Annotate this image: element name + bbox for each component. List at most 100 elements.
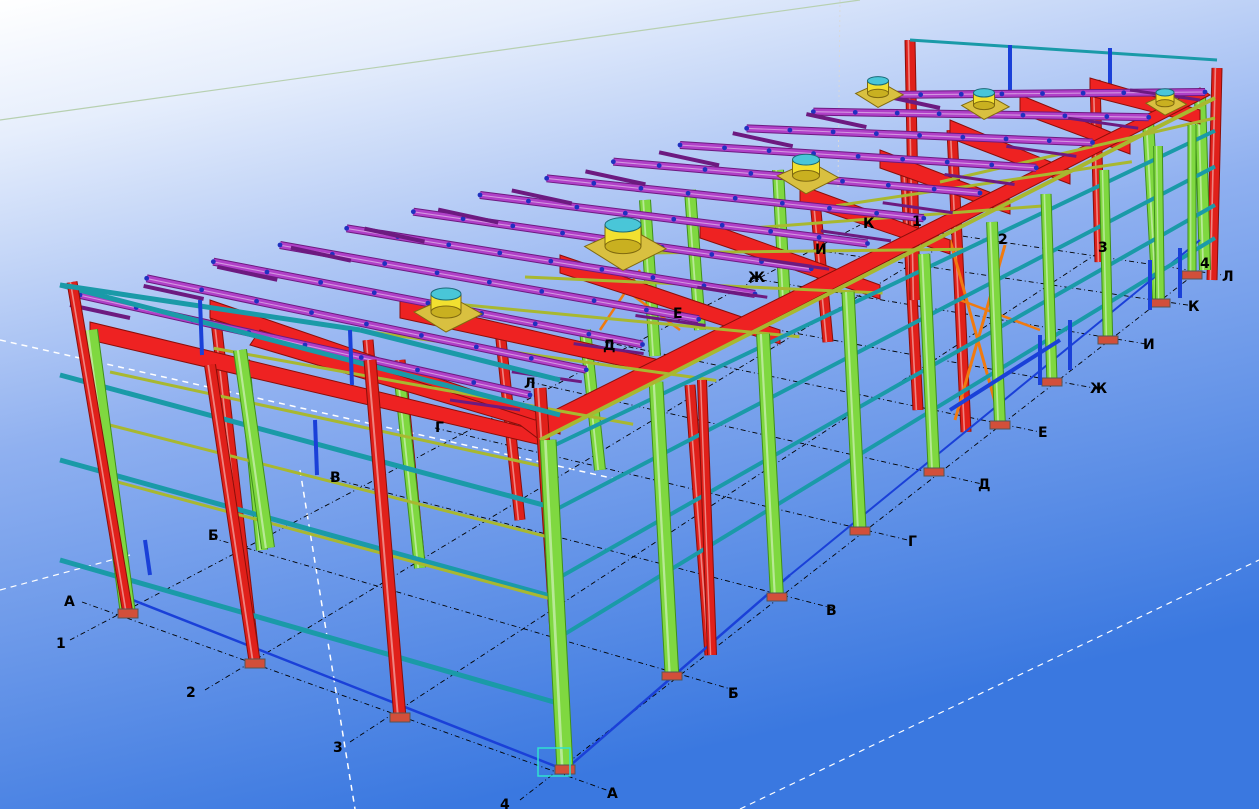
axis-number-far-3: 3 [1098,240,1108,256]
purlin-bolt [650,275,656,280]
purlin-bolt [638,185,644,191]
purlin-bolt [1202,89,1208,95]
purlin-bolt [722,145,727,151]
purlin-bolt [852,109,858,115]
purlin-bolt [640,342,645,347]
end-base-plate-0 [117,608,139,619]
column-base-plate-8 [1097,335,1119,345]
end-wall-post-0 [198,299,204,356]
vent-top [973,88,995,98]
purlin-bolt [840,178,845,184]
axis-letter-И: И [1143,337,1155,353]
purlin-bolt [527,392,533,398]
purlin-bolt [830,129,836,135]
purlin-bolt [918,92,924,98]
purlin-bolt [702,167,708,172]
axis-number-far-2: 2 [998,232,1008,248]
vent-top [1155,88,1175,97]
vent-bottom [867,88,889,99]
purlin-bolt [318,279,324,285]
purlin-bolt [532,321,538,327]
end-wall-post-2 [313,419,319,476]
axis-letter-left-Д: Д [603,338,615,354]
axis-number-2: 2 [186,685,196,701]
purlin-bolt [894,110,900,116]
column-base-plate-7 [1041,377,1063,387]
purlin-bolt [583,367,589,373]
purlin-bolt [497,250,503,256]
purlin-bolt [748,171,754,176]
purlin-bolt [865,241,870,246]
purlin-bolt [1080,90,1086,96]
purlin-bolt [1046,138,1052,144]
column-base-plate-9 [1149,298,1171,308]
vent-top [792,153,820,166]
purlin-bolt [944,159,950,165]
purlin-bolt [1104,114,1110,119]
purlin-bolt [473,344,479,350]
purlin-bolt [358,355,364,360]
purlin-bolt [874,210,880,216]
axis-letter-Г: Г [908,534,917,550]
axis-letter-Б: Б [728,686,739,702]
purlin-bolt [610,159,616,165]
purlin-bolt [999,91,1005,97]
purlin-bolt [921,215,927,221]
purlin-bolt [434,270,440,276]
purlin-bolt [591,180,597,186]
purlin-bolt [1003,136,1009,142]
vent-bottom [430,305,462,319]
column-base-plate-4 [849,526,871,536]
purlin-bolt [816,235,822,240]
axis-letter-left-В: В [330,470,341,486]
purlin-bolt [900,156,906,162]
purlin-bolt [977,190,983,196]
end-wall-post-1 [348,329,354,386]
axis-letter-Л: Л [1222,269,1234,285]
purlin-bolt [371,290,377,296]
axis-letter-В: В [826,603,837,619]
column-base-plate-5 [923,467,945,477]
end-base-plate-1 [244,658,266,669]
purlin-bolt [709,252,715,257]
purlin-bolt [544,175,550,181]
axis-letter-Д: Д [978,477,990,493]
purlin-bolt [574,204,580,210]
3d-model-viewport[interactable]: 1 2 3 4 1 2 3 4 А Б В Г Д Е Ж И К Л А Б В Г Д Е Ж И К Л [0,0,1259,809]
purlin-bolt [264,269,270,275]
purlin-bolt [277,242,283,248]
axis-letter-left-Ж: Ж [748,270,765,286]
axis-number-far-4: 4 [1200,256,1210,272]
purlin-bolt [931,186,937,192]
vent-bottom [973,100,995,111]
axis-number-4: 4 [500,797,510,809]
purlin-bolt [885,182,891,188]
purlin-bolt [471,380,477,385]
axis-letter-left-Е: Е [673,306,683,322]
purlin-bolt [309,310,314,316]
end-base-plate-2 [389,712,411,723]
purlin-bolt [1020,112,1026,118]
end-base-plate-3 [554,764,576,775]
purlin-bolt [510,223,516,229]
purlin-bolt [936,111,942,117]
purlin-bolt [768,228,774,234]
purlin-bolt [599,266,605,272]
vent-bottom [604,238,642,255]
purlin-bolt [1033,165,1039,171]
purlin-bolt [586,331,592,337]
purlin-bolt [958,91,964,97]
purlin-bolt [1146,114,1152,120]
purlin-bolt [382,261,388,266]
axis-letter-left-Б: Б [208,528,219,544]
purlin-bolt [787,127,793,133]
vent-bottom [1155,99,1175,108]
purlin-bolt [591,298,597,304]
vent-top [867,76,889,86]
purlin-bolt [1062,113,1068,119]
steel-frame-model[interactable]: 1 2 3 4 1 2 3 4 А Б В Г Д Е Ж И К Л А Б В Г Д Е Ж И К Л [0,0,1259,809]
purlin-bolt [410,209,416,215]
vent-top [430,287,462,301]
purlin-bolt [1090,140,1095,145]
purlin-bolt [344,225,350,231]
